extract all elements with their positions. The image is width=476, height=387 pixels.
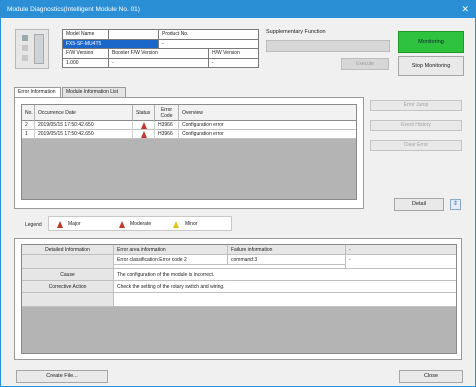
clear-error-button[interactable]: Clear Error bbox=[370, 140, 462, 151]
column-header-overview[interactable]: Overview bbox=[179, 105, 356, 121]
major-error-icon bbox=[141, 131, 147, 138]
expand-collapse-icon[interactable]: ⇕ bbox=[450, 199, 461, 210]
legend-moderate: Moderate bbox=[130, 221, 152, 227]
product-no-header: Product No. bbox=[158, 29, 259, 40]
module-diagnostics-window: Module Diagnostics(Intelligent Module No… bbox=[0, 0, 476, 387]
legend-major: Major bbox=[68, 221, 81, 227]
error-area-header: Error area information bbox=[114, 245, 228, 255]
detailed-information-label-blank bbox=[22, 255, 114, 269]
supplementary-function-label: Supplementary Function bbox=[266, 29, 326, 35]
legend-box: Major Moderate Minor bbox=[48, 216, 232, 231]
window-title: Module Diagnostics(Intelligent Module No… bbox=[7, 6, 140, 13]
tab-module-information-list[interactable]: Module Information List bbox=[62, 87, 126, 97]
booster-fw-version-header: Booster F/W Version bbox=[108, 48, 209, 59]
stop-monitoring-button[interactable]: Stop Monitoring bbox=[398, 56, 464, 76]
major-error-icon bbox=[57, 221, 63, 228]
column-header-error-code[interactable]: Error Code bbox=[155, 105, 179, 121]
detailed-information-table: Detailed Information Error area informat… bbox=[21, 244, 457, 354]
fw-version-header: F/W Version bbox=[62, 48, 109, 59]
error-classification-value: Error classification:Error code 2 bbox=[114, 255, 228, 265]
corrective-action-extension bbox=[114, 293, 456, 307]
module-image bbox=[15, 29, 49, 69]
legend-minor: Minor bbox=[185, 221, 198, 227]
fw-version-value: 1.000 bbox=[62, 57, 109, 68]
error-list-table: No. Occurrence Date Status Error Code Ov… bbox=[21, 104, 357, 200]
error-information-panel: No. Occurrence Date Status Error Code Ov… bbox=[14, 97, 364, 209]
model-name-header: Model Name bbox=[62, 29, 109, 40]
row-status bbox=[133, 130, 155, 139]
column-header-no[interactable]: No. bbox=[22, 105, 35, 121]
failure-information-header: Failure information bbox=[228, 245, 346, 255]
cause-text: The configuration of the module is incor… bbox=[114, 269, 456, 281]
event-history-button[interactable]: Event History bbox=[370, 120, 462, 131]
module-info-table: Model Name Product No. FX5-SF-MU4T5 - F/… bbox=[62, 29, 259, 68]
column-header-occurrence-date[interactable]: Occurrence Date bbox=[35, 105, 133, 121]
model-name-value: FX5-SF-MU4T5 bbox=[62, 38, 159, 49]
row-error-code: H3966 bbox=[155, 130, 179, 139]
detailed-information-panel: Detailed Information Error area informat… bbox=[14, 238, 462, 360]
module-led bbox=[22, 35, 28, 41]
minor-error-icon bbox=[173, 221, 179, 228]
row-no: 2 bbox=[22, 121, 35, 130]
supplementary-function-select[interactable] bbox=[266, 40, 390, 52]
command-value: command:3 bbox=[228, 255, 346, 265]
detailed-information-header: Detailed Information bbox=[22, 245, 114, 255]
title-bar: Module Diagnostics(Intelligent Module No… bbox=[1, 1, 475, 18]
moderate-error-icon bbox=[119, 221, 125, 228]
row-error-code: H3966 bbox=[155, 121, 179, 130]
row-overview: Configuration error bbox=[182, 131, 224, 137]
booster-fw-version-value: - bbox=[108, 57, 209, 68]
extra-header: - bbox=[346, 245, 456, 255]
corrective-action-label-extension bbox=[22, 293, 114, 307]
module-led bbox=[22, 45, 28, 51]
module-terminal-strip bbox=[34, 34, 44, 64]
model-name-spacer bbox=[108, 29, 159, 40]
major-error-icon bbox=[141, 122, 147, 129]
corrective-action-label: Corrective Action bbox=[22, 281, 114, 293]
row-no: 1 bbox=[22, 130, 35, 139]
corrective-action-text: Check the setting of the rotary switch a… bbox=[114, 281, 456, 293]
product-no-value: - bbox=[158, 38, 259, 49]
monitoring-status-button[interactable]: Monitoring bbox=[398, 31, 464, 53]
error-jump-button[interactable]: Error Jump bbox=[370, 100, 462, 111]
create-file-button[interactable]: Create File... bbox=[16, 370, 108, 383]
hw-version-value: - bbox=[208, 57, 259, 68]
close-icon[interactable]: ✕ bbox=[461, 1, 469, 18]
close-button[interactable]: Close bbox=[399, 370, 463, 383]
detail-button[interactable]: Detail bbox=[394, 198, 444, 211]
tab-error-information[interactable]: Error Information bbox=[14, 87, 61, 97]
error-code-header-line2: Code bbox=[160, 113, 173, 119]
extra-value: - bbox=[346, 255, 456, 269]
row-overview: Configuration error bbox=[182, 122, 224, 128]
execute-button[interactable]: Execute bbox=[341, 58, 389, 70]
legend-label: Legend bbox=[25, 222, 42, 228]
table-row[interactable]: 1 2019/05/15 17:50:42.650 H3966 Configur… bbox=[22, 130, 356, 139]
hw-version-header: H/W Version bbox=[208, 48, 259, 59]
table-row[interactable]: 2 2019/05/15 17:50:42.650 H3966 Configur… bbox=[22, 121, 356, 130]
row-occurrence-date: 2019/05/15 17:50:42.650 bbox=[35, 130, 133, 139]
column-header-status[interactable]: Status bbox=[133, 105, 155, 121]
cause-label: Cause bbox=[22, 269, 114, 281]
module-led bbox=[22, 55, 28, 61]
row-occurrence-date: 2019/05/15 17:50:42.650 bbox=[35, 121, 133, 130]
row-status bbox=[133, 121, 155, 130]
